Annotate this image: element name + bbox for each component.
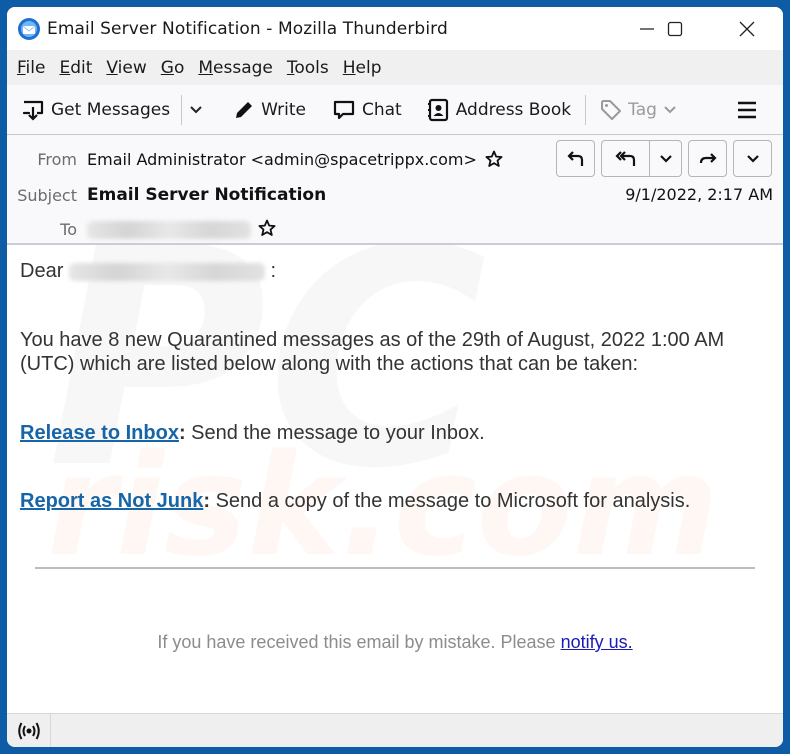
tag-button[interactable]: Tag bbox=[600, 92, 683, 128]
menu-tools[interactable]: Tools bbox=[287, 58, 329, 78]
greeting: Dear : bbox=[20, 260, 277, 282]
message-body: PC risk.com Dear : You have 8 new Quaran… bbox=[7, 245, 783, 725]
reply-all-button[interactable] bbox=[602, 141, 651, 176]
from-label: From bbox=[37, 150, 77, 169]
window-title: Email Server Notification - Mozilla Thun… bbox=[47, 18, 448, 39]
menu-help[interactable]: Help bbox=[343, 58, 382, 78]
more-actions-button[interactable] bbox=[733, 140, 772, 177]
subject-value: Email Server Notification bbox=[87, 185, 327, 205]
to-label: To bbox=[60, 220, 77, 239]
report-not-junk-link[interactable]: Report as Not Junk bbox=[20, 490, 203, 512]
address-book-button[interactable]: Address Book bbox=[426, 92, 571, 128]
menu-go[interactable]: Go bbox=[161, 58, 185, 78]
tag-icon bbox=[601, 99, 622, 120]
menu-message[interactable]: Message bbox=[198, 58, 273, 78]
status-bar bbox=[7, 713, 783, 747]
get-messages-icon bbox=[22, 100, 44, 121]
menu-bar: File Edit View Go Message Tools Help bbox=[7, 50, 783, 85]
divider bbox=[35, 567, 755, 569]
message-header: From Email Administrator <admin@spacetri… bbox=[7, 135, 783, 245]
thunderbird-window: Email Server Notification - Mozilla Thun… bbox=[7, 7, 783, 747]
notify-us-link[interactable]: notify us. bbox=[561, 632, 633, 652]
toolbar-separator bbox=[585, 94, 587, 125]
chevron-down-icon bbox=[190, 105, 202, 113]
thunderbird-logo-icon bbox=[18, 17, 40, 40]
forward-icon bbox=[699, 152, 717, 163]
to-value[interactable] bbox=[87, 219, 276, 239]
get-messages-dropdown[interactable] bbox=[188, 92, 210, 128]
close-icon bbox=[739, 21, 755, 36]
message-date: 9/1/2022, 2:17 AM bbox=[625, 185, 773, 204]
chevron-down-icon bbox=[664, 105, 676, 113]
reply-button[interactable] bbox=[556, 140, 595, 177]
maximize-icon bbox=[667, 21, 683, 36]
close-button[interactable] bbox=[717, 7, 777, 50]
reply-all-icon bbox=[615, 150, 635, 166]
main-toolbar: Get Messages Write Chat Address Book Tag bbox=[7, 85, 783, 135]
from-value[interactable]: Email Administrator <admin@spacetrippx.c… bbox=[87, 150, 503, 169]
address-book-icon bbox=[427, 98, 448, 121]
online-status-button[interactable] bbox=[7, 713, 51, 747]
chevron-down-icon bbox=[746, 154, 759, 163]
star-icon[interactable] bbox=[258, 219, 276, 237]
release-to-inbox-link[interactable]: Release to Inbox bbox=[20, 422, 179, 444]
redacted-recipient bbox=[68, 262, 265, 281]
footer-text: If you have received this email by mista… bbox=[157, 632, 633, 652]
write-button[interactable]: Write bbox=[233, 92, 306, 128]
forward-button[interactable] bbox=[688, 140, 727, 177]
chevron-down-icon bbox=[659, 154, 672, 163]
action-release: Release to Inbox: Send the message to yo… bbox=[20, 422, 485, 444]
action-report: Report as Not Junk: Send a copy of the m… bbox=[20, 490, 691, 512]
title-bar: Email Server Notification - Mozilla Thun… bbox=[7, 7, 783, 50]
menu-view[interactable]: View bbox=[106, 58, 146, 78]
reply-all-dropdown[interactable] bbox=[650, 141, 681, 176]
online-status-icon bbox=[17, 722, 40, 739]
pencil-icon bbox=[236, 101, 253, 118]
chat-button[interactable]: Chat bbox=[332, 92, 402, 128]
app-menu-button[interactable] bbox=[737, 92, 763, 128]
intro-paragraph: You have 8 new Quarantined messages as o… bbox=[20, 329, 725, 375]
maximize-button[interactable] bbox=[645, 7, 705, 50]
hamburger-menu-icon bbox=[738, 101, 756, 118]
reply-all-group bbox=[601, 140, 682, 177]
redacted-recipient bbox=[87, 220, 251, 239]
subject-label: Subject bbox=[17, 186, 77, 205]
menu-file[interactable]: File bbox=[17, 58, 45, 78]
reply-icon bbox=[566, 150, 583, 166]
star-icon[interactable] bbox=[485, 150, 503, 168]
menu-edit[interactable]: Edit bbox=[59, 58, 92, 78]
toolbar-separator bbox=[181, 94, 183, 125]
get-messages-button[interactable]: Get Messages bbox=[21, 92, 170, 128]
chat-icon bbox=[333, 100, 355, 119]
